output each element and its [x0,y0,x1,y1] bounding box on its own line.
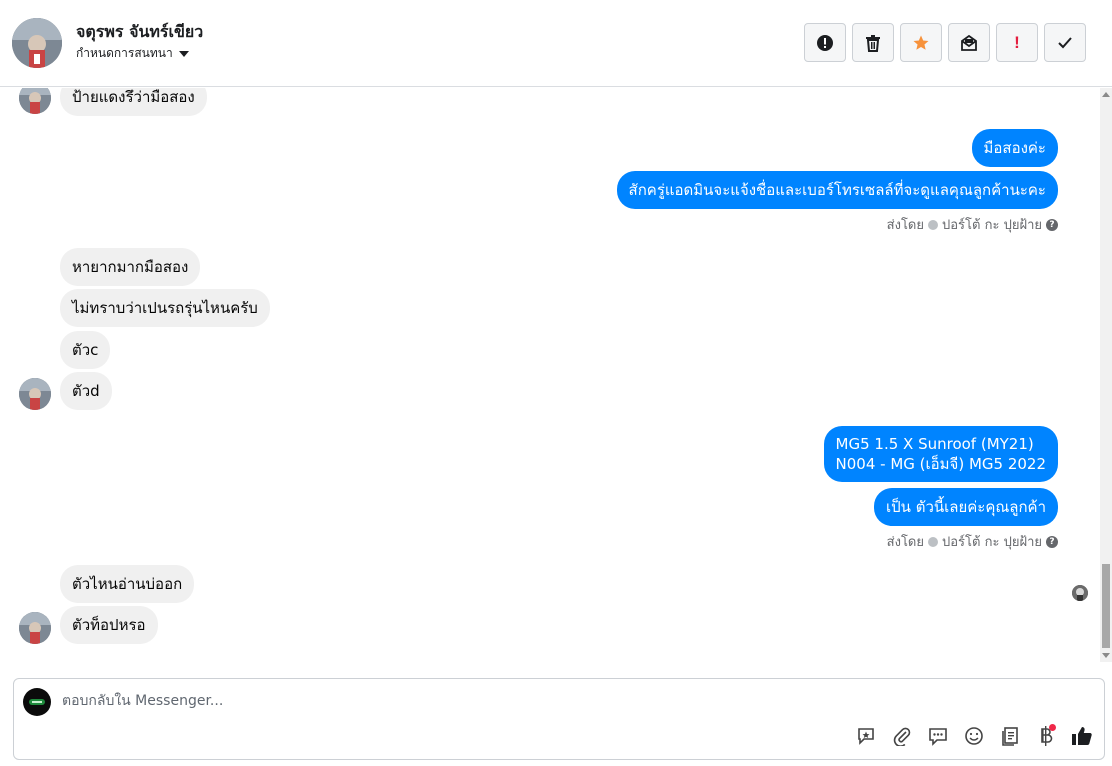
outgoing-message[interactable]: มือสองค่ะ [971,129,1058,167]
conversation-header: จตุรพร จันทร์เขียว กำหนดการสนทนา ! [0,0,1112,87]
incoming-message[interactable]: ตัวc [60,331,111,369]
reply-composer [13,678,1105,760]
incoming-message[interactable]: ป้ายแดงรึว่ามือสอง [60,88,207,116]
assign-conversation-dropdown[interactable]: กำหนดการสนทนา [76,44,189,63]
contact-avatar-small [19,378,51,410]
message-list-scrollbar[interactable] [1100,88,1112,662]
incoming-message[interactable]: ตัวท็อปหรอ [60,606,158,644]
attachment-icon [893,727,911,746]
attach-file-button[interactable] [890,724,914,748]
payment-button[interactable] [1034,724,1058,748]
sent-by-info: ส่งโดย ปอร์โต้ กะ ปุยฝ้าย ? [887,531,1058,552]
report-spam-button[interactable] [804,23,846,62]
message-line: N004 - MG (เอ็มจี) MG5 2022 [835,455,1046,473]
done-check-icon [1058,36,1072,48]
assign-label: กำหนดการสนทนา [76,46,173,60]
notes-icon [1002,727,1018,746]
incoming-message[interactable]: ตัวไหนอ่านบ่ออก [60,565,195,603]
mark-done-button[interactable] [1044,23,1086,62]
scroll-down-icon[interactable] [1102,653,1110,658]
emoji-button[interactable] [962,724,986,748]
follow-up-icon: ! [1014,32,1020,52]
inbox-conversation: จตุรพร จันทร์เขียว กำหนดการสนทนา ! ป้ายแ… [0,0,1112,766]
mark-unread-button[interactable] [948,23,990,62]
message-list: ป้ายแดงรึว่ามือสอง มือสองค่ะ สักครู่แอดม… [0,88,1100,662]
message-template-button[interactable] [926,724,950,748]
notification-dot [1049,724,1056,731]
outgoing-message[interactable]: เป็น ตัวนี้เลยค่ะคุณลูกค้า [874,488,1058,526]
outgoing-message[interactable]: สักครู่แอดมินจะแจ้งชื่อและเบอร์โทรเซลล์ท… [616,171,1058,209]
sender-name[interactable]: ปอร์โต้ กะ ปุยฝ้าย [942,531,1042,552]
thumbs-up-icon [1072,727,1092,745]
notes-button[interactable] [998,724,1022,748]
sender-name[interactable]: ปอร์โต้ กะ ปุยฝ้าย [942,214,1042,235]
sent-by-prefix: ส่งโดย [886,535,924,550]
reply-input[interactable] [62,689,762,713]
emoji-icon [965,727,983,745]
outgoing-message[interactable]: MG5 1.5 X Sunroof (MY21) N004 - MG (เอ็ม… [823,426,1058,482]
incoming-message[interactable]: ตัวd [60,372,112,410]
verified-badge-icon [928,219,938,230]
saved-reply-icon [858,728,874,745]
seen-indicator-avatar [1072,585,1088,601]
trash-icon [866,34,880,52]
contact-avatar-small [19,88,51,114]
help-icon[interactable]: ? [1046,218,1058,231]
mark-unread-icon [961,34,977,51]
saved-reply-button[interactable] [854,724,878,748]
contact-avatar-small [19,612,51,644]
verified-badge-icon [928,536,938,547]
contact-name[interactable]: จตุรพร จันทร์เขียว [76,20,203,45]
report-spam-icon [817,34,833,51]
incoming-message[interactable]: ไม่ทราบว่าเปนรถรุ่นไหนครับ [60,289,270,327]
message-bubble-icon [929,728,947,746]
scrollbar-thumb[interactable] [1102,564,1110,648]
star-icon [913,35,929,50]
delete-button[interactable] [852,23,894,62]
send-like-button[interactable] [1070,724,1094,748]
sent-by-info: ส่งโดย ปอร์โต้ กะ ปุยฝ้าย ? [887,214,1058,235]
star-button[interactable] [900,23,942,62]
caret-down-icon [178,50,189,57]
incoming-message[interactable]: หายากมากมือสอง [60,248,201,286]
scroll-up-icon[interactable] [1102,92,1110,97]
follow-up-button[interactable]: ! [996,23,1038,62]
sent-by-prefix: ส่งโดย [886,218,924,233]
help-icon[interactable]: ? [1046,535,1058,548]
contact-avatar[interactable] [12,18,62,68]
message-line: MG5 1.5 X Sunroof (MY21) [835,435,1034,453]
page-avatar [23,688,51,716]
